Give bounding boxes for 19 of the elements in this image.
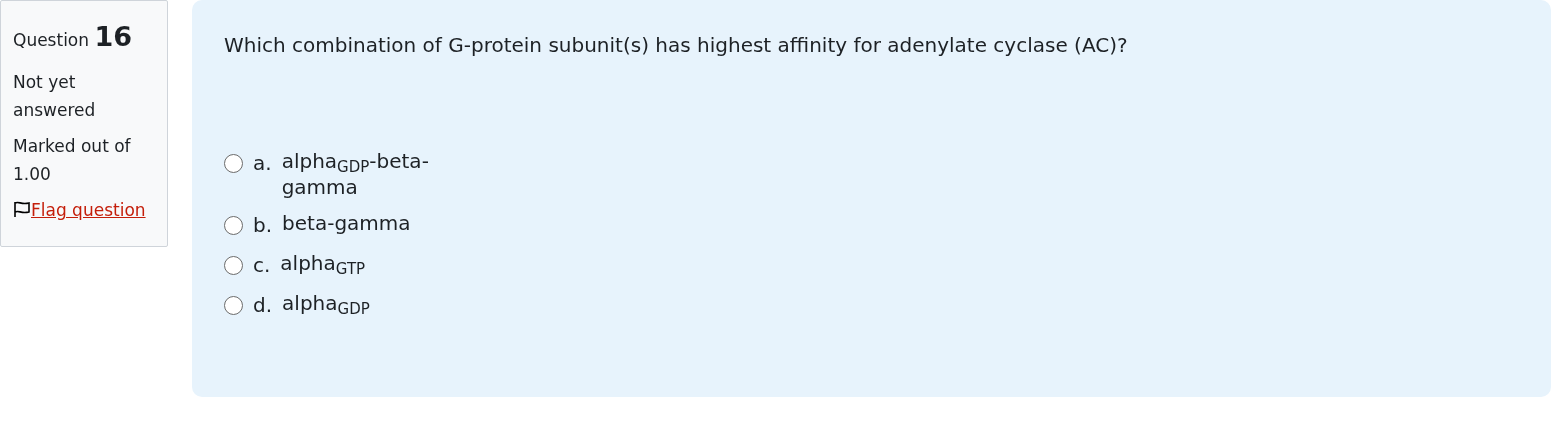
radio-button[interactable]: [224, 216, 243, 235]
radio-button[interactable]: [224, 296, 243, 315]
radio-button[interactable]: [224, 154, 243, 173]
option-letter: d.: [253, 292, 273, 319]
option-text[interactable]: beta-gamma: [282, 210, 411, 236]
question-label: Question: [13, 30, 90, 50]
radio-button[interactable]: [224, 256, 243, 275]
question-text: Which combination of G-protein subunit(s) has highest affinity for adenylate cyclase (AC)?: [224, 32, 1129, 59]
answer-status: Not yet answered: [13, 71, 96, 120]
option-letter: a.: [253, 150, 272, 177]
option-text[interactable]: alpha$_{GDP}$-beta-gamma: [281, 148, 462, 200]
flag-icon[interactable]: [13, 199, 31, 218]
option-text[interactable]: alpha$_{GDP}$: [282, 290, 370, 316]
option-letter: b.: [253, 212, 273, 239]
question-number: 16: [94, 21, 133, 52]
option-letter: c.: [253, 252, 271, 279]
grade-info: Marked out of 1.00: [13, 135, 131, 184]
flag-question-link[interactable]: Flag question: [31, 199, 146, 220]
option-text[interactable]: alpha$_{GTP}$: [280, 250, 366, 276]
